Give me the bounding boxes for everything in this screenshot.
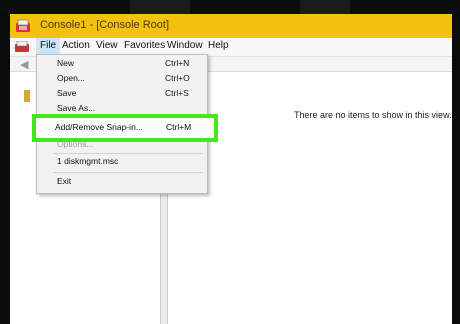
menu-item-open[interactable]: Open... Ctrl+O (37, 72, 207, 86)
back-arrow-icon[interactable]: ◀ (20, 58, 28, 71)
mmc-app-icon (16, 19, 30, 32)
menu-item-shortcut: Ctrl+S (165, 88, 189, 98)
menu-item-exit[interactable]: Exit (37, 175, 207, 189)
menu-view[interactable]: View (96, 40, 118, 51)
menu-item-shortcut: Ctrl+O (165, 73, 190, 83)
menu-item-label: Save (57, 88, 77, 98)
menu-item-label: Exit (57, 176, 72, 186)
menu-item-save[interactable]: Save Ctrl+S (37, 87, 207, 101)
background-strip (0, 0, 460, 14)
menu-separator (53, 153, 203, 154)
title-bar[interactable]: Console1 - [Console Root] (10, 14, 452, 38)
results-pane[interactable]: There are no items to show in this view. (168, 72, 452, 324)
menu-item-label: Add/Remove Snap-in... (55, 122, 143, 132)
menu-help[interactable]: Help (208, 40, 229, 51)
menu-item-label: Open... (57, 73, 85, 83)
background-shape (300, 0, 350, 14)
menu-item-shortcut: Ctrl+M (166, 122, 192, 132)
menu-window[interactable]: Window (167, 40, 203, 51)
menu-separator (53, 172, 203, 173)
menu-item-recent-file[interactable]: 1 diskmgmt.msc (37, 155, 207, 169)
menu-item-label: New (57, 58, 75, 68)
mmc-menu-icon[interactable] (15, 41, 29, 53)
window-title: Console1 - [Console Root] (40, 19, 170, 31)
menu-item-new[interactable]: New Ctrl+N (37, 57, 207, 71)
menu-item-add-remove-snap-in[interactable]: Add/Remove Snap-in... Ctrl+M (32, 114, 218, 142)
menu-item-shortcut: Ctrl+N (165, 58, 190, 68)
menu-action[interactable]: Action (62, 40, 90, 51)
menu-item-label: 1 diskmgmt.msc (57, 156, 119, 166)
empty-view-message: There are no items to show in this view. (294, 110, 452, 120)
menu-favorites[interactable]: Favorites (124, 40, 165, 51)
background-shape (130, 0, 190, 14)
folder-icon[interactable] (24, 90, 30, 102)
menu-item-label: Save As... (57, 103, 96, 113)
mmc-window: Console1 - [Console Root] File Action Vi… (10, 14, 452, 324)
